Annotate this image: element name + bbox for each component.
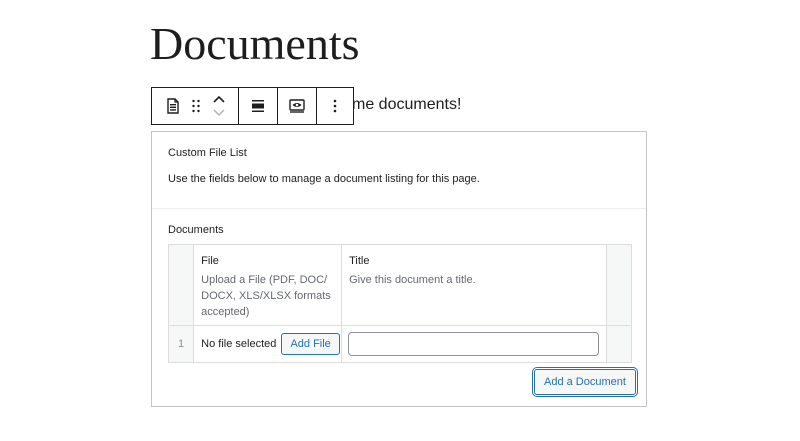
add-file-button[interactable]: Add File [281,333,340,355]
visibility-icon[interactable] [285,91,309,121]
title-column-label: Title [349,255,370,267]
document-title-input[interactable] [348,332,600,356]
order-header-cell [167,244,195,326]
toolbar-block-group [152,88,239,124]
title-cell [341,325,607,363]
documents-repeater-table: File Upload a File (PDF, DOC/ DOCX, XLS/… [167,244,633,363]
repeater-header-row: File Upload a File (PDF, DOC/ DOCX, XLS/… [167,244,633,326]
panel-description: Use the fields below to manage a documen… [168,173,480,185]
toolbar-preview-group [278,88,317,124]
panel-title: Custom File List [168,147,247,159]
move-down-icon[interactable] [212,106,226,120]
table-row: 1 No file selected Add File [167,325,633,363]
align-icon[interactable] [246,91,270,121]
page-title: Documents [150,18,360,69]
toolbar-options-group [317,88,353,124]
title-column-instructions: Give this document a title. [349,274,476,286]
row-order-handle[interactable]: 1 [167,325,195,363]
move-up-icon[interactable] [212,92,226,106]
file-column-instructions: Upload a File (PDF, DOC/ DOCX, XLS/XLSX … [201,274,331,318]
file-header-cell: File Upload a File (PDF, DOC/ DOCX, XLS/… [193,244,343,326]
custom-file-list-panel: Custom File List Use the fields below to… [151,131,647,407]
file-column-label: File [201,255,219,267]
file-status-text: No file selected [201,338,277,350]
block-mover [208,88,230,124]
drag-handle-icon[interactable] [184,91,208,121]
more-options-icon[interactable] [323,91,347,121]
toolbar-align-group [239,88,278,124]
row-remove-cell[interactable] [605,325,633,363]
title-header-cell: Title Give this document a title. [341,244,607,326]
document-block-icon[interactable] [162,91,184,121]
documents-field-label: Documents [168,224,224,236]
block-toolbar [151,87,354,125]
remove-header-cell [605,244,633,326]
add-document-button[interactable]: Add a Document [534,369,636,395]
intro-paragraph[interactable]: me documents! [352,93,461,117]
file-cell: No file selected Add File [193,325,343,363]
